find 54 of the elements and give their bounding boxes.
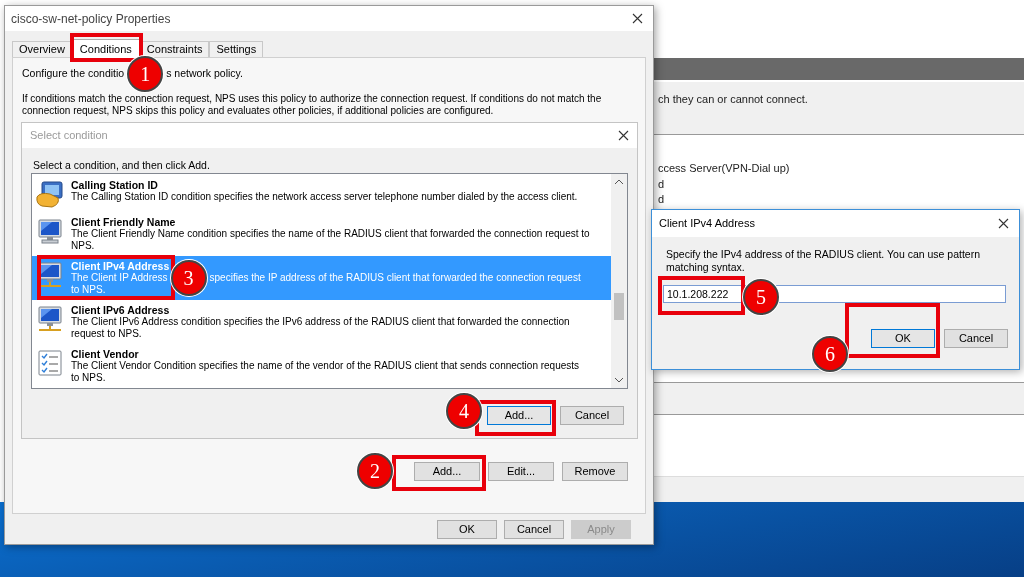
button[interactable]: OK [437,520,497,539]
close-icon [632,13,643,24]
button[interactable]: Edit... [488,462,554,481]
step-marker: 3 [170,260,207,296]
scrollbar[interactable] [611,174,627,388]
window-title: Select condition [30,128,108,144]
button[interactable]: Cancel [944,329,1008,348]
close-icon [998,218,1009,229]
text: ccess Server(VPN-Dial up) [658,161,790,176]
text: ch they can or cannot connect. [658,92,808,107]
button[interactable]: Cancel [560,406,624,425]
text: d [658,177,665,192]
scrollbar-thumb[interactable] [614,293,624,320]
tab[interactable]: Settings [209,41,264,57]
close-icon [618,130,629,141]
button[interactable]: Add... [487,406,551,425]
item-description: to NPS. [71,284,106,296]
item-description: The Client Friendly Name condition specifies the name of the RADIUS client that forwarded the connection request to [71,228,590,240]
networked-monitor-icon [36,305,64,333]
item-title: Client IPv6 Address [71,304,171,316]
text: d [658,192,665,207]
step-marker: 1 [127,56,164,92]
scroll-down-icon [614,377,624,383]
tab[interactable]: Conditions [71,39,140,58]
item-title: Client IPv4 Address [71,260,171,272]
window-title: Client IPv4 Address [659,216,755,232]
item-description: specifies the IP address of the RADIUS client that forwarded the connection request [209,272,581,284]
prompt-text: Specify the IPv4 address of the RADIUS client. You can use pattern matching syntax. [666,248,981,274]
item-title: Calling Station ID [71,179,159,191]
button[interactable]: OK [871,329,935,348]
item-description: to NPS. [71,372,106,384]
button[interactable]: Cancel [504,520,564,539]
item-description: The Client IP Address [71,272,168,284]
item-description: The Client Vendor Condition specifies the name of the vendor of the RADIUS client that sends connection requests [71,360,580,372]
button[interactable]: Add... [414,462,480,481]
item-title: Client Vendor [71,348,140,360]
scroll-up-icon [614,179,624,185]
step-marker: 6 [812,336,848,372]
description-text: If conditions match the connection request, NPS uses this policy to authorize the connection request. If conditions do not match the connection request, NPS skips this policy and evaluates other policies, if additional policies are configured. [22,93,602,117]
item-description: NPS. [71,240,95,252]
window-title: cisco-sw-net-policy Properties [11,10,171,28]
tab[interactable]: Overview [12,41,72,57]
text: Select a condition, and then click Add. [33,158,211,172]
list-item[interactable]: Client IPv4 Address The Client IP Address 3 specifies the IP address of the RADIUS client that forwarded the connection request to NPS. [32,256,611,300]
item-description: The Calling Station ID condition specifies the network access server telephone number dialed by the access client. [71,191,578,203]
text: s network policy. [166,66,243,82]
monitor-icon [36,217,64,245]
item-title: Client Friendly Name [71,216,176,228]
phone-computer-icon [36,180,64,208]
checklist-icon [36,349,64,377]
item-description: The Client IPv6 Address condition specifies the IPv6 address of the RADIUS client that forwarded the connection [71,316,570,328]
item-description: request to NPS. [71,328,142,340]
text: Configure the conditio [22,66,125,82]
button[interactable]: Remove [562,462,628,481]
